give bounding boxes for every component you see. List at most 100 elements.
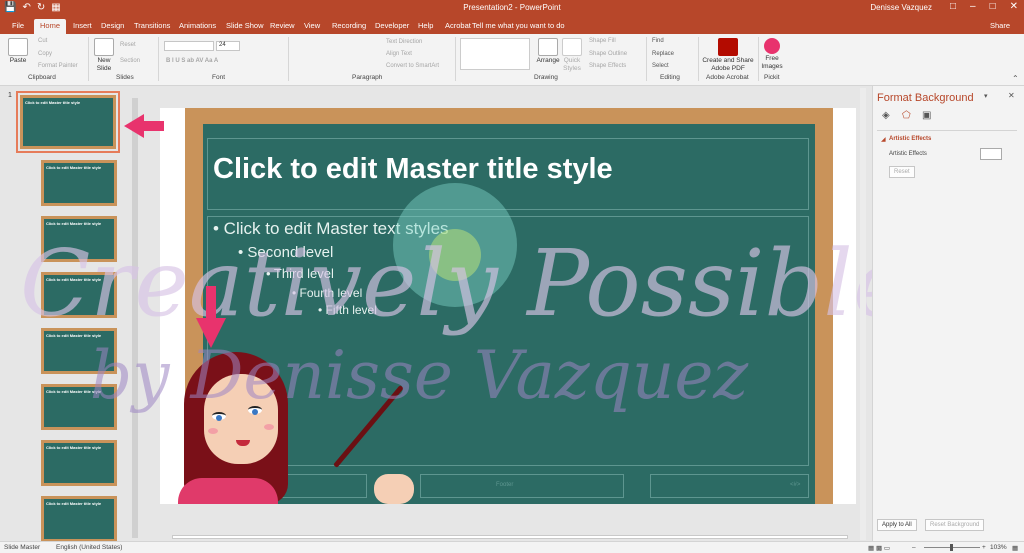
tab-acrobat[interactable]: Acrobat <box>445 21 471 30</box>
teacher-eye-left <box>212 412 226 421</box>
thumbnail-title: Click to edit Master title style <box>25 100 81 105</box>
divider <box>88 37 89 81</box>
layout-thumbnail[interactable]: Click to edit Master title style <box>41 440 117 486</box>
tab-file[interactable]: File <box>12 21 24 30</box>
divider <box>455 37 456 81</box>
font-size-box[interactable]: 24 <box>216 41 240 51</box>
tab-review[interactable]: Review <box>270 21 295 30</box>
text-level-1: • Click to edit Master text styles <box>213 219 449 238</box>
format-painter-button[interactable]: Format Painter <box>38 63 78 69</box>
thumbnail-title: Click to edit Master title style <box>46 389 102 394</box>
align-text-button[interactable]: Align Text <box>386 51 412 57</box>
zoom-level[interactable]: 103% <box>990 544 1007 551</box>
divider <box>288 37 289 81</box>
zoom-in-icon[interactable]: + <box>982 544 986 551</box>
bold-button[interactable]: B I U S ab AV Aa A <box>166 58 218 64</box>
pane-options-icon[interactable]: ▾ <box>984 92 988 100</box>
paste-button[interactable]: Paste <box>6 38 30 65</box>
title-bar: 💾 ↶ ↻ ▦ Presentation2 - PowerPoint Denis… <box>0 0 1024 18</box>
reset-effects-button[interactable]: Reset <box>889 166 915 178</box>
find-button[interactable]: Find <box>652 38 664 44</box>
ribbon-tabs: File Home Insert Design Transitions Anim… <box>0 18 1024 34</box>
tab-design[interactable]: Design <box>101 21 124 30</box>
arrange-button[interactable]: Arrange <box>535 38 561 65</box>
horizontal-scroll-thumb[interactable] <box>172 535 848 539</box>
replace-button[interactable]: Replace <box>652 51 674 57</box>
pane-title: Format Background <box>877 92 974 104</box>
teacher-cheek <box>208 428 218 434</box>
quick-styles-button[interactable]: Quick Styles <box>562 38 582 73</box>
reset-background-button[interactable]: Reset Background <box>925 519 985 531</box>
tab-slide-show[interactable]: Slide Show <box>226 21 264 30</box>
footer-placeholder[interactable] <box>420 474 624 498</box>
layout-thumbnail[interactable]: Click to edit Master title style <box>41 496 117 542</box>
close-icon[interactable]: ✕ <box>1010 1 1018 12</box>
shapes-gallery[interactable] <box>460 38 530 70</box>
fill-tab-icon[interactable]: ◈ <box>882 110 890 121</box>
reset-button[interactable]: Reset <box>120 42 136 48</box>
pane-close-icon[interactable]: ✕ <box>1008 91 1015 100</box>
ribbon: Paste Cut Copy Format Painter Clipboard … <box>0 34 1024 86</box>
section-collapse-icon[interactable]: ◢ <box>881 136 886 143</box>
convert-smartart-button[interactable]: Convert to SmartArt <box>386 63 439 69</box>
master-slide-thumbnail[interactable]: Click to edit Master title style <box>16 91 120 153</box>
slide-number-placeholder[interactable] <box>650 474 809 498</box>
font-group-label: Font <box>212 74 226 81</box>
select-button[interactable]: Select <box>652 63 669 69</box>
adobe-pdf-icon <box>718 38 738 56</box>
picture-tab-icon[interactable]: ▣ <box>922 110 931 121</box>
new-slide-button[interactable]: New Slide <box>92 38 116 73</box>
effects-tab-icon[interactable]: ⬠ <box>902 110 911 121</box>
tab-insert[interactable]: Insert <box>73 21 92 30</box>
user-name[interactable]: Denisse Vazquez <box>870 3 932 12</box>
tab-recording[interactable]: Recording <box>332 21 366 30</box>
tab-help[interactable]: Help <box>418 21 433 30</box>
tab-transitions[interactable]: Transitions <box>134 21 170 30</box>
window-controls: □ – □ ✕ <box>950 1 1018 12</box>
artistic-effects-dropdown[interactable] <box>980 148 1002 160</box>
tell-me-search[interactable]: Tell me what you want to do <box>472 21 565 30</box>
cut-button[interactable]: Cut <box>38 38 47 44</box>
minimize-icon[interactable]: – <box>970 1 976 12</box>
shape-effects-button[interactable]: Shape Effects <box>589 63 626 69</box>
tab-animations[interactable]: Animations <box>179 21 216 30</box>
maximize-icon[interactable]: □ <box>990 1 996 12</box>
text-level-4: • Fourth level <box>292 286 363 300</box>
layout-thumbnail[interactable]: Click to edit Master title style <box>41 216 117 262</box>
zoom-out-icon[interactable]: – <box>912 544 916 551</box>
pupil <box>216 415 222 421</box>
text-level-2: • Second level <box>238 244 334 261</box>
apply-to-all-button[interactable]: Apply to All <box>877 519 917 531</box>
layout-thumbnail[interactable]: Click to edit Master title style <box>41 272 117 318</box>
view-mode-label: Slide Master <box>4 544 41 551</box>
layout-thumbnail[interactable]: Click to edit Master title style <box>41 160 117 206</box>
fit-slide-icon[interactable]: ▦ <box>1012 544 1018 552</box>
layout-thumbnail[interactable]: Click to edit Master title style <box>41 384 117 430</box>
create-pdf-button[interactable]: Create and Share Adobe PDF <box>700 38 756 73</box>
divider <box>646 37 647 81</box>
shape-fill-button[interactable]: Shape Fill <box>589 38 616 44</box>
thumbnail-scrollbar[interactable] <box>132 98 138 538</box>
free-images-button[interactable]: Free Images <box>760 38 784 71</box>
tab-view[interactable]: View <box>304 21 320 30</box>
slide-vertical-scrollbar[interactable] <box>860 88 866 540</box>
slide-title[interactable]: Click to edit Master title style <box>213 153 613 186</box>
share-button[interactable]: Share <box>990 21 1010 30</box>
artistic-effects-section[interactable]: Artistic Effects <box>889 136 931 142</box>
language-label[interactable]: English (United States) <box>56 544 122 551</box>
view-buttons[interactable]: ▦ ▩ ▭ <box>868 544 890 552</box>
pickit-icon <box>764 38 780 54</box>
paragraph-group-label: Paragraph <box>352 74 383 81</box>
shape-outline-button[interactable]: Shape Outline <box>589 51 627 57</box>
tab-developer[interactable]: Developer <box>375 21 409 30</box>
ribbon-display-icon[interactable]: □ <box>950 1 956 12</box>
font-name-box[interactable] <box>164 41 214 51</box>
collapse-ribbon-icon[interactable]: ⌃ <box>1012 74 1019 83</box>
section-button[interactable]: Section <box>120 58 140 64</box>
tab-home[interactable]: Home <box>34 19 67 34</box>
thumbnail-title: Click to edit Master title style <box>46 333 102 338</box>
zoom-slider-thumb[interactable] <box>950 544 953 551</box>
layout-thumbnail[interactable]: Click to edit Master title style <box>41 328 117 374</box>
text-direction-button[interactable]: Text Direction <box>386 39 422 45</box>
copy-button[interactable]: Copy <box>38 51 52 57</box>
